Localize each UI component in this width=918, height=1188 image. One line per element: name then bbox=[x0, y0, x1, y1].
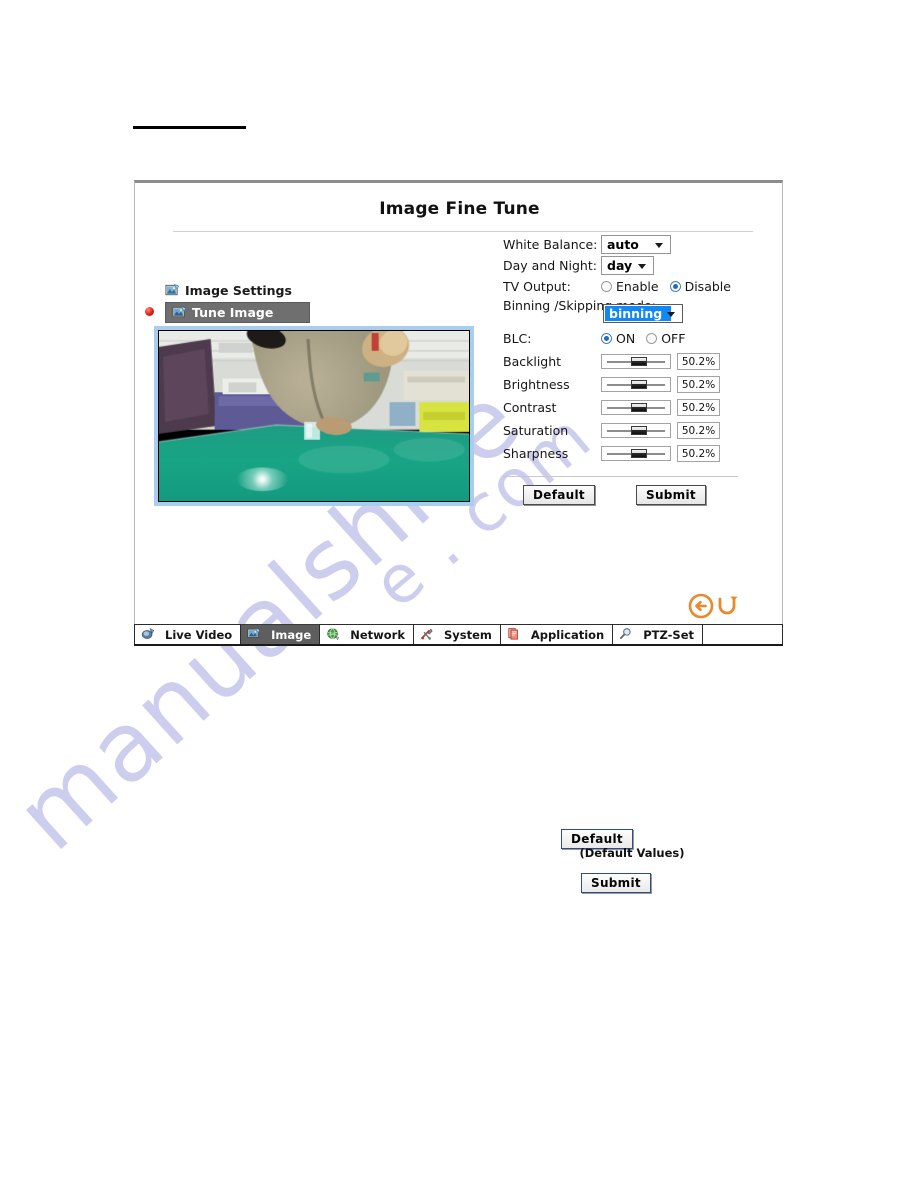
contrast-label: Contrast bbox=[503, 400, 557, 415]
navigation-icons bbox=[688, 593, 739, 624]
tv-output-radio-group: Enable Disable bbox=[601, 279, 738, 294]
backlight-label: Backlight bbox=[503, 354, 562, 369]
sharpness-slider[interactable] bbox=[601, 446, 671, 461]
tv-output-disable-radio[interactable] bbox=[669, 281, 681, 292]
blc-label: BLC: bbox=[503, 331, 532, 346]
field-day-and-night: Day and Night: day bbox=[503, 256, 654, 275]
brightness-label: Brightness bbox=[503, 377, 570, 392]
globe-icon bbox=[326, 627, 341, 642]
field-slider-sharpness: Sharpness 50.2% bbox=[503, 445, 720, 462]
form-divider bbox=[503, 476, 738, 477]
default-values-caption: (Default Values) bbox=[579, 846, 685, 860]
slider-thumb[interactable] bbox=[631, 426, 647, 435]
tab-image-label: Image bbox=[271, 627, 312, 642]
sidebar-item-tune-image-label: Tune Image bbox=[192, 305, 274, 320]
image-settings-icon bbox=[165, 283, 180, 298]
tools-icon bbox=[420, 627, 435, 642]
refresh-arrow-icon[interactable] bbox=[715, 593, 739, 624]
binning-skipping-label: Binning /Skipping mode: bbox=[503, 298, 656, 313]
tab-system[interactable]: System bbox=[412, 624, 500, 644]
slider-thumb[interactable] bbox=[631, 403, 647, 412]
tab-network[interactable]: Network bbox=[319, 624, 413, 644]
tab-network-label: Network bbox=[350, 627, 405, 642]
saturation-value[interactable]: 50.2% bbox=[677, 422, 720, 439]
brightness-slider[interactable] bbox=[601, 377, 671, 392]
blc-radio-group: ON OFF bbox=[601, 331, 692, 346]
backlight-value[interactable]: 50.2% bbox=[677, 353, 720, 370]
saturation-label: Saturation bbox=[503, 423, 569, 438]
tab-ptz-set-label: PTZ-Set bbox=[643, 627, 695, 642]
selection-bullet-icon bbox=[145, 307, 154, 316]
binning-skipping-value: binning bbox=[605, 306, 671, 321]
tab-application-label: Application bbox=[530, 627, 605, 642]
blc-on-label: ON bbox=[616, 331, 636, 346]
tune-image-icon bbox=[172, 305, 187, 320]
white-balance-value: auto bbox=[607, 237, 639, 252]
day-and-night-select[interactable]: day bbox=[601, 256, 654, 275]
slider-thumb[interactable] bbox=[631, 449, 647, 458]
image-icon bbox=[247, 627, 262, 642]
tv-output-enable-radio[interactable] bbox=[601, 281, 612, 292]
tab-bar-filler bbox=[702, 624, 783, 644]
tv-output-enable-label: Enable bbox=[616, 279, 659, 294]
chevron-down-icon bbox=[655, 242, 663, 248]
submit-lower-button[interactable]: Submit bbox=[581, 873, 651, 893]
binning-skipping-select[interactable]: binning bbox=[603, 304, 683, 323]
magnifier-icon bbox=[619, 627, 634, 642]
sidebar-item-tune-image[interactable]: Tune Image bbox=[165, 302, 311, 323]
sharpness-value[interactable]: 50.2% bbox=[677, 445, 720, 462]
blc-off-radio[interactable] bbox=[646, 333, 658, 344]
submit-button[interactable]: Submit bbox=[636, 485, 706, 505]
tab-image[interactable]: Image bbox=[240, 624, 320, 644]
page-title: Image Fine Tune bbox=[379, 199, 540, 219]
document-icon bbox=[507, 627, 522, 642]
field-blc: BLC: ON OFF bbox=[503, 331, 692, 346]
contrast-value[interactable]: 50.2% bbox=[677, 399, 720, 416]
contrast-slider[interactable] bbox=[601, 400, 671, 415]
slider-thumb[interactable] bbox=[631, 380, 647, 389]
field-slider-saturation: Saturation 50.2% bbox=[503, 422, 720, 439]
sharpness-label: Sharpness bbox=[503, 446, 569, 461]
backlight-slider[interactable] bbox=[601, 354, 671, 369]
video-preview-image bbox=[159, 331, 469, 501]
blc-on-radio[interactable] bbox=[601, 333, 612, 344]
field-tv-output: TV Output: Enable Disable bbox=[503, 279, 738, 294]
tv-output-disable-label: Disable bbox=[684, 279, 731, 294]
tv-output-label: TV Output: bbox=[503, 279, 571, 294]
slider-thumb[interactable] bbox=[631, 357, 647, 366]
saturation-slider[interactable] bbox=[601, 423, 671, 438]
tab-ptz-set[interactable]: PTZ-Set bbox=[612, 624, 703, 644]
field-slider-backlight: Backlight 50.2% bbox=[503, 353, 720, 370]
day-and-night-label: Day and Night: bbox=[503, 258, 597, 273]
blc-off-label: OFF bbox=[661, 331, 686, 346]
sidebar-item-image-settings[interactable]: Image Settings bbox=[165, 283, 292, 298]
day-and-night-value: day bbox=[607, 258, 633, 273]
back-arrow-icon[interactable] bbox=[688, 593, 714, 624]
brightness-value[interactable]: 50.2% bbox=[677, 376, 720, 393]
field-white-balance: White Balance: auto bbox=[503, 235, 671, 254]
chevron-down-icon bbox=[667, 311, 675, 317]
title-divider bbox=[173, 231, 753, 232]
tab-live-video[interactable]: Live Video bbox=[134, 624, 241, 644]
live-video-icon bbox=[141, 627, 156, 642]
sidebar-item-image-settings-label: Image Settings bbox=[185, 283, 292, 298]
default-button[interactable]: Default bbox=[523, 485, 595, 505]
field-slider-contrast: Contrast 50.2% bbox=[503, 399, 720, 416]
tab-application[interactable]: Application bbox=[499, 624, 613, 644]
bottom-tab-bar: Live Video Image Network System Applicat… bbox=[134, 624, 783, 646]
field-binning-skipping: Binning /Skipping mode: binning bbox=[503, 299, 683, 323]
image-fine-tune-panel: Image Fine Tune Image Settings Tune Imag… bbox=[134, 180, 783, 643]
video-preview-frame[interactable] bbox=[154, 326, 474, 506]
white-balance-select[interactable]: auto bbox=[601, 235, 671, 254]
field-slider-brightness: Brightness 50.2% bbox=[503, 376, 720, 393]
chevron-down-icon bbox=[638, 263, 646, 269]
white-balance-label: White Balance: bbox=[503, 237, 598, 252]
tab-system-label: System bbox=[443, 627, 492, 642]
section-underline-rule bbox=[133, 126, 246, 129]
tab-live-video-label: Live Video bbox=[165, 627, 233, 642]
